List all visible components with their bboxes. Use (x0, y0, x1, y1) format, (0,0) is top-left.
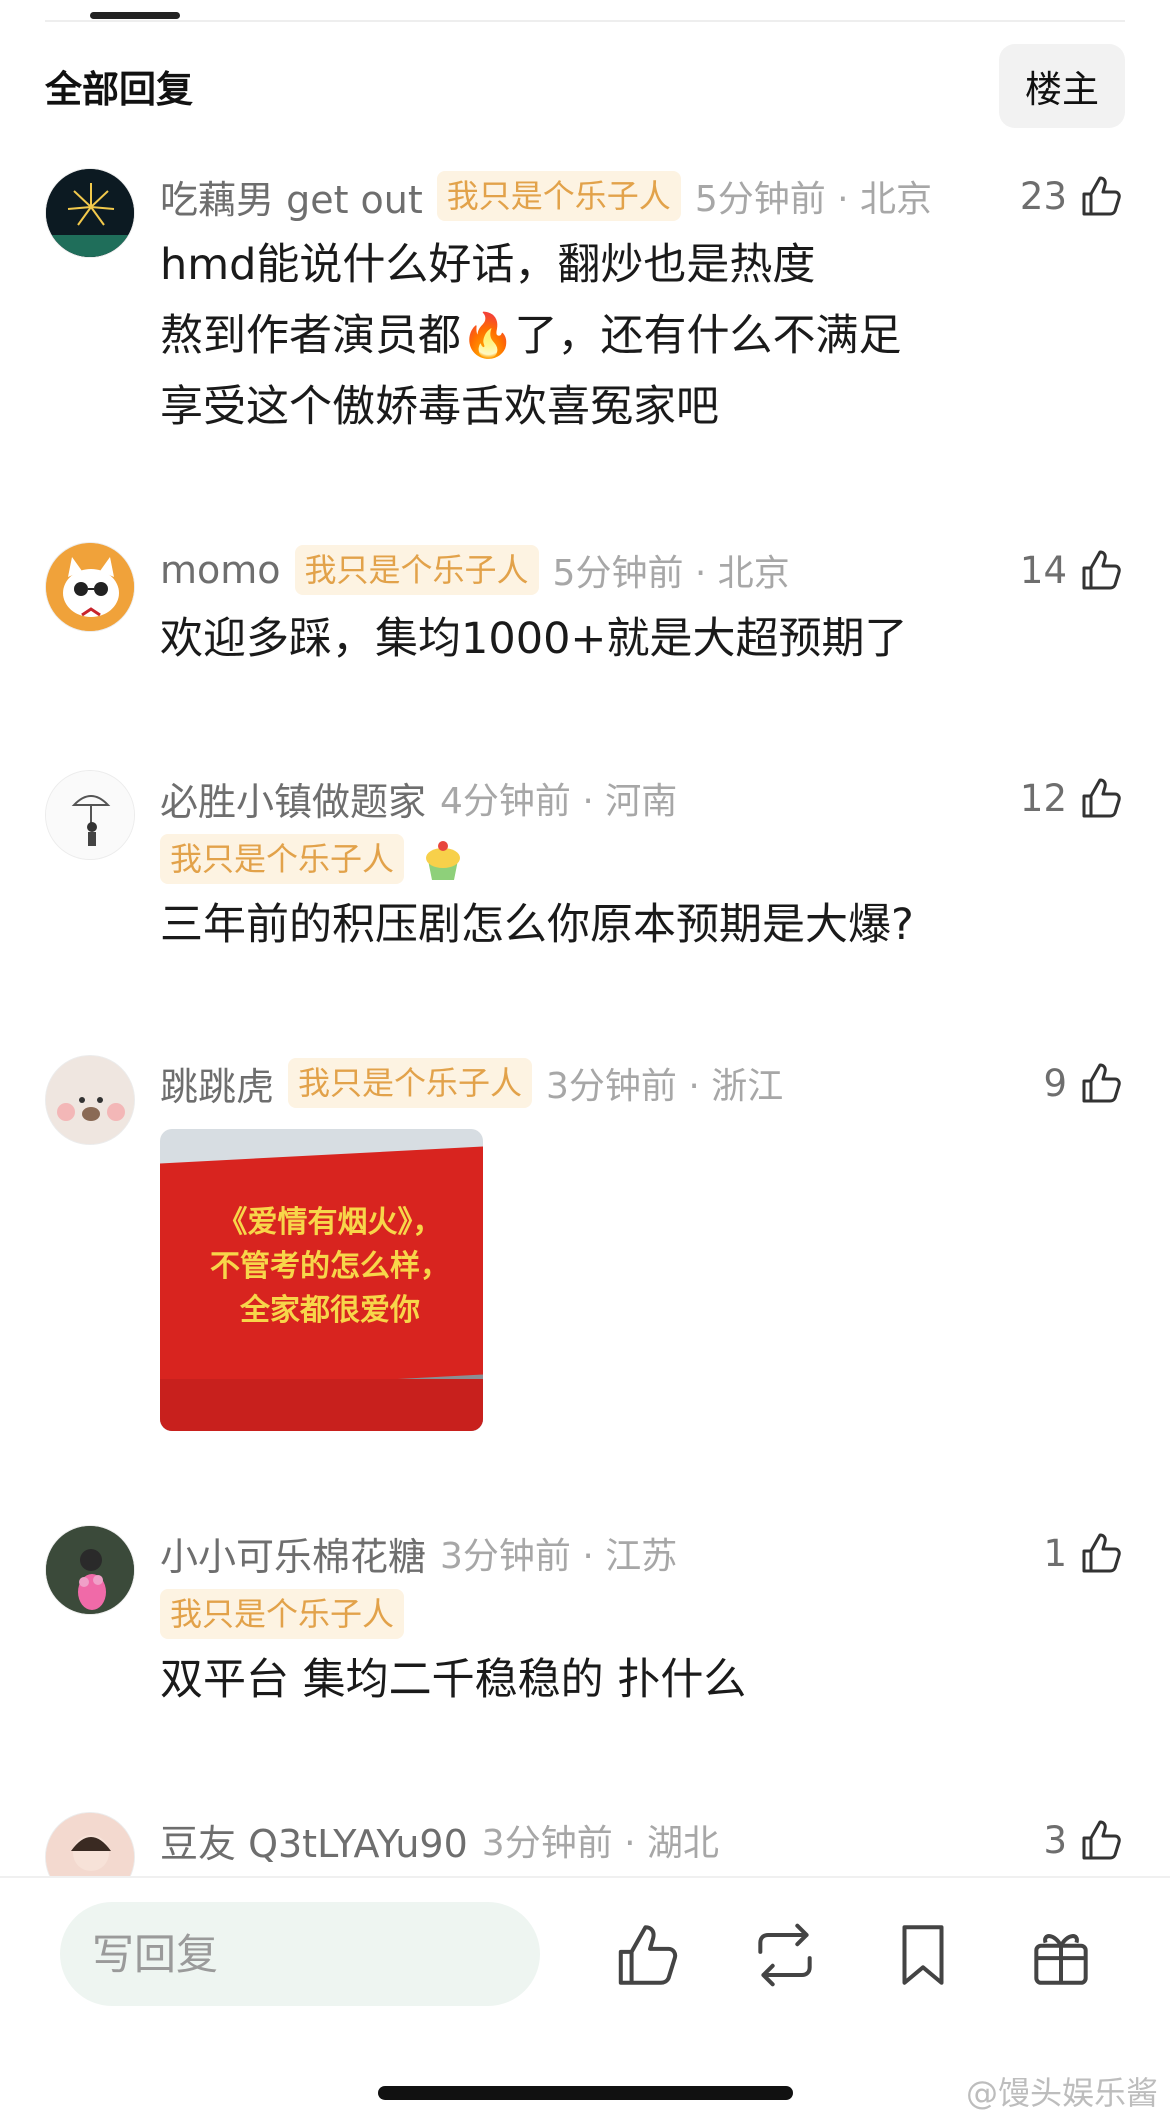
timestamp-location: 5分钟前 · 北京 (694, 179, 933, 220)
username[interactable]: 跳跳虎 (160, 1056, 274, 1111)
top-tab-indicator (90, 12, 180, 19)
user-badge: 我只是个乐子人 (436, 171, 681, 221)
avatar[interactable] (45, 1525, 135, 1615)
watermark: @馒头娱乐酱 (965, 2074, 1158, 2112)
avatar[interactable] (45, 1055, 135, 1145)
fireworks-avatar-image (46, 169, 134, 257)
comment-text: hmd能说什么好话，翻炒也是热度 熬到作者演员都🔥了，还有什么不满足 享受这个傲… (160, 230, 1125, 443)
user-badge: 我只是个乐子人 (160, 1589, 405, 1639)
comment-image[interactable]: 《爱情有烟火》， 不管考的怎么样， 全家都很爱你 (160, 1129, 483, 1431)
comment-text-line: 欢迎多踩，集均1000+就是大超预期了 (160, 614, 908, 664)
username[interactable]: 小小可乐棉花糖 (160, 1526, 426, 1581)
timestamp-location: 3分钟前 · 湖北 (481, 1823, 720, 1864)
comment-text: 双平台 集均二千稳稳的 扑什么 (160, 1645, 1125, 1716)
reply-input[interactable] (60, 1902, 540, 2006)
child-avatar-image (46, 1813, 134, 1876)
umbrella-girl-avatar-image (46, 771, 134, 859)
like-button[interactable]: 1 (1043, 1525, 1125, 1581)
thumbs-up-icon (1082, 550, 1121, 590)
user-badge: 我只是个乐子人 (294, 545, 539, 595)
banner-text-line: 全家都很爱你 (240, 1293, 420, 1328)
bear-avatar-image (46, 1056, 134, 1144)
avatar[interactable] (45, 1812, 135, 1876)
like-button[interactable]: 3 (1043, 1812, 1125, 1868)
thumbs-up-icon (1082, 1533, 1121, 1573)
user-badge: 我只是个乐子人 (160, 834, 405, 884)
comment-item: 豆友 Q3tLYAYu90 3分钟前 · 湖北 3 (45, 1812, 1125, 1876)
username[interactable]: momo (160, 548, 281, 592)
gift-icon[interactable] (1024, 1918, 1098, 1992)
timestamp-location: 5分钟前 · 北京 (552, 553, 790, 594)
username[interactable]: 豆友 Q3tLYAYu90 (160, 1813, 468, 1868)
bookmark-icon[interactable] (886, 1918, 960, 1992)
cupcake-icon (426, 841, 461, 880)
like-button[interactable]: 23 (1020, 168, 1125, 224)
thumbs-up-icon (1082, 176, 1121, 216)
comment-text-line: 双平台 集均二千稳稳的 扑什么 (160, 1655, 747, 1705)
red-canopy (160, 1379, 483, 1431)
avatar[interactable] (45, 542, 135, 632)
banner-text-line: 不管考的怎么样， (210, 1249, 450, 1284)
thumbs-up-icon[interactable] (610, 1918, 684, 1992)
timestamp-location: 3分钟前 · 江苏 (440, 1536, 678, 1577)
thumbs-up-icon (1082, 1820, 1121, 1860)
username[interactable]: 吃藕男 get out (160, 169, 423, 224)
comment-text-line: 享受这个傲娇毒舌欢喜冤家吧 (160, 382, 719, 432)
repost-icon[interactable] (748, 1918, 822, 1992)
username[interactable]: 必胜小镇做题家 (160, 771, 426, 826)
comment-text: 欢迎多踩，集均1000+就是大超预期了 (160, 604, 1125, 675)
comment-text-line: hmd能说什么好话，翻炒也是热度 (160, 240, 816, 290)
like-count: 23 (1019, 174, 1067, 218)
cat-avatar-image (46, 543, 134, 631)
like-count: 9 (1043, 1061, 1067, 1105)
like-count: 1 (1043, 1531, 1067, 1575)
like-count: 14 (1019, 548, 1067, 592)
home-indicator[interactable] (378, 2086, 793, 2100)
like-button[interactable]: 14 (1020, 542, 1125, 598)
timestamp-location: 3分钟前 · 浙江 (546, 1066, 784, 1107)
banner-text-line: 《爱情有烟火》， (217, 1205, 443, 1240)
like-button[interactable]: 12 (1020, 770, 1125, 826)
like-button[interactable]: 9 (1043, 1055, 1125, 1111)
thumbs-up-icon (1082, 1063, 1121, 1103)
page-title: 全部回复 (45, 68, 193, 111)
girl-with-flowers-avatar-image (46, 1526, 134, 1614)
comments-header: 全部回复 楼主 (45, 44, 1125, 128)
timestamp-location: 4分钟前 · 河南 (440, 781, 678, 822)
like-count: 3 (1043, 1818, 1067, 1862)
like-count: 12 (1019, 776, 1067, 820)
top-divider (45, 20, 1125, 22)
thumbs-up-icon (1082, 778, 1121, 818)
avatar[interactable] (45, 168, 135, 258)
comment-text: 三年前的积压剧怎么你原本预期是大爆? (160, 890, 1125, 961)
op-only-button[interactable]: 楼主 (999, 44, 1125, 128)
banner-text: 《爱情有烟火》， 不管考的怎么样， 全家都很爱你 (190, 1201, 470, 1333)
avatar[interactable] (45, 770, 135, 860)
comment-text-line: 三年前的积压剧怎么你原本预期是大爆? (160, 900, 914, 950)
comment-text-line: 熬到作者演员都🔥了，还有什么不满足 (160, 311, 902, 361)
user-badge: 我只是个乐子人 (288, 1058, 533, 1108)
